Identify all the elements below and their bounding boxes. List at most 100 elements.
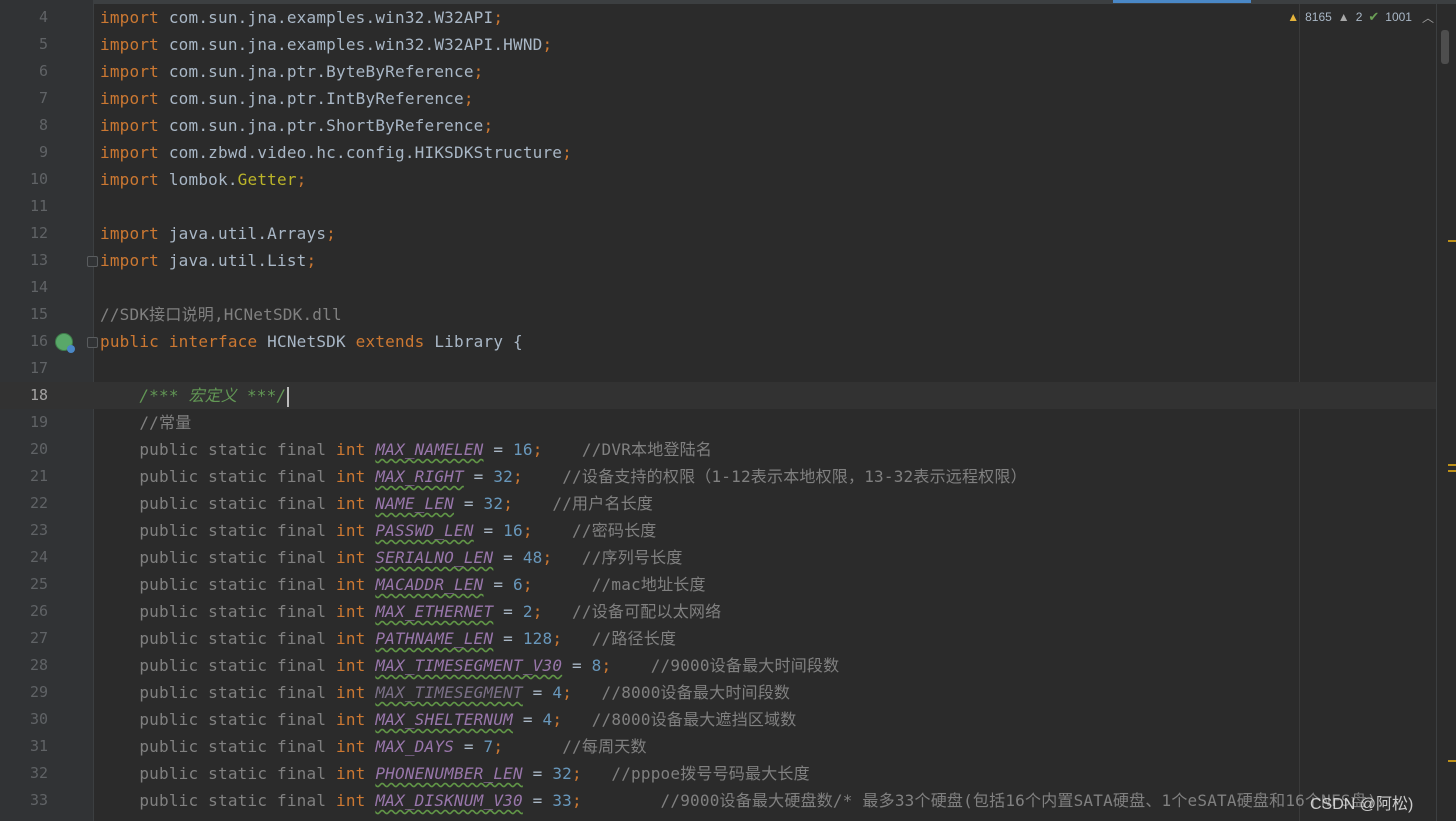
code-line[interactable]: 10 import lombok.Getter; [0,166,1436,193]
code-token: public static final [139,764,336,783]
code-line[interactable]: 30 public static final int MAX_SHELTERNU… [0,706,1436,733]
code-text[interactable]: import com.sun.jna.examples.win32.W32API… [100,31,552,58]
code-line[interactable]: 32 public static final int PHONENUMBER_L… [0,760,1436,787]
code-token: //设备可配以太网络 [572,602,722,621]
code-editor[interactable]: 4 import com.sun.jna.examples.win32.W32AP… [0,4,1436,821]
code-token: ; [473,62,484,81]
implementation-gutter-icon[interactable] [55,333,75,353]
chevron-up-icon[interactable]: ︿ [1422,9,1434,26]
code-text[interactable]: public static final int MACADDR_LEN = 6;… [100,571,706,598]
line-number: 18 [29,386,48,404]
code-text[interactable]: public static final int PHONENUMBER_LEN … [100,760,810,787]
code-line[interactable]: 25 public static final int MACADDR_LEN =… [0,571,1436,598]
code-token: MAX_RIGHT [375,467,464,486]
code-line[interactable]: 23 public static final int PASSWD_LEN = … [0,517,1436,544]
code-token: ; [542,548,553,567]
code-line[interactable]: 22 public static final int NAME_LEN = 32… [0,490,1436,517]
code-text[interactable]: import lombok.Getter; [100,166,307,193]
line-number: 19 [29,413,48,431]
code-line[interactable]: 4 import com.sun.jna.examples.win32.W32AP… [0,4,1436,31]
code-text[interactable]: import com.sun.jna.ptr.ShortByReference; [100,112,493,139]
code-text[interactable]: public static final int MAX_SHELTERNUM =… [100,706,797,733]
code-token: import [100,170,159,189]
error-stripe-mark[interactable] [1448,470,1456,472]
code-text[interactable]: public static final int SERIALNO_LEN = 4… [100,544,683,571]
code-token: ; [503,494,514,513]
code-line[interactable]: 18 /*** 宏定义 ***/ [0,382,1436,409]
code-token: com.sun.jna.examples.win32.W32API [159,8,494,27]
code-line[interactable]: 33 public static final int MAX_DISKNUM_V… [0,787,1436,814]
code-line[interactable]: 19 //常量 [0,409,1436,436]
line-number: 4 [38,8,48,26]
weak-warning-icon: ▲ [1337,10,1350,24]
code-line[interactable]: 16 public interface HCNetSDK extends Libr… [0,328,1436,355]
code-line[interactable]: 7 import com.sun.jna.ptr.IntByReference; [0,85,1436,112]
scrollbar-thumb[interactable] [1441,30,1449,64]
code-line[interactable]: 24 public static final int SERIALNO_LEN … [0,544,1436,571]
code-text[interactable]: import java.util.List; [100,247,316,274]
code-text[interactable]: import com.sun.jna.ptr.IntByReference; [100,85,474,112]
code-text[interactable]: public static final int MAX_RIGHT = 32; … [100,463,1027,490]
code-line[interactable]: 20 public static final int MAX_NAMELEN =… [0,436,1436,463]
error-stripe-mark[interactable] [1448,464,1456,466]
code-line[interactable]: 5 import com.sun.jna.examples.win32.W32AP… [0,31,1436,58]
code-text[interactable]: import com.zbwd.video.hc.config.HIKSDKSt… [100,139,572,166]
code-line[interactable]: 29 public static final int MAX_TIMESEGME… [0,679,1436,706]
code-text[interactable]: public static final int MAX_DAYS = 7; //… [100,733,647,760]
code-text[interactable]: import com.sun.jna.ptr.ByteByReference; [100,58,484,85]
code-token: //密码长度 [572,521,657,540]
code-line[interactable]: 11 [0,193,1436,220]
line-number: 33 [29,791,48,809]
code-token: = [454,737,484,756]
code-line[interactable]: 15 //SDK接口说明,HCNetSDK.dll [0,301,1436,328]
fold-marker-icon[interactable] [87,256,98,267]
code-text[interactable]: /*** 宏定义 ***/ [100,382,289,409]
code-token: int [336,467,376,486]
code-text[interactable]: public static final int MAX_TIMESEGMENT … [100,679,790,706]
code-token: public interface [100,332,258,351]
code-token: MAX_NAMELEN [375,440,484,459]
code-text[interactable]: public static final int MAX_DISKNUM_V30 … [100,787,1377,814]
code-line[interactable]: 8 import com.sun.jna.ptr.ShortByReference… [0,112,1436,139]
fold-marker-icon[interactable] [87,337,98,348]
code-token: PHONENUMBER_LEN [375,764,523,783]
code-text[interactable]: public interface HCNetSDK extends Librar… [100,328,523,355]
code-token: int [336,629,376,648]
code-line[interactable]: 17 [0,355,1436,382]
code-token: 6 [513,575,523,594]
code-text[interactable]: public static final int NAME_LEN = 32; /… [100,490,653,517]
code-line[interactable]: 21 public static final int MAX_RIGHT = 3… [0,463,1436,490]
code-line[interactable]: 14 [0,274,1436,301]
code-text[interactable]: //SDK接口说明,HCNetSDK.dll [100,301,342,328]
code-token: HCNetSDK [257,332,356,351]
code-text[interactable]: public static final int MAX_TIMESEGMENT_… [100,652,839,679]
code-token: ; [513,467,523,486]
code-line[interactable]: 28 public static final int MAX_TIMESEGME… [0,652,1436,679]
vertical-scrollbar[interactable] [1436,4,1456,821]
code-line[interactable]: 6 import com.sun.jna.ptr.ByteByReference; [0,58,1436,85]
error-stripe-mark[interactable] [1448,760,1456,762]
inspection-widget[interactable]: ▲ 8165 ▲ 2 ✔ 1001 ︿ [1287,6,1434,28]
code-text[interactable]: import com.sun.jna.examples.win32.W32API… [100,4,503,31]
code-line[interactable]: 26 public static final int MAX_ETHERNET … [0,598,1436,625]
code-text[interactable]: public static final int MAX_NAMELEN = 16… [100,436,712,463]
code-text[interactable]: public static final int PATHNAME_LEN = 1… [100,625,676,652]
code-line[interactable]: 13 import java.util.List; [0,247,1436,274]
code-line[interactable]: 9 import com.zbwd.video.hc.config.HIKSDKS… [0,139,1436,166]
code-text[interactable]: //常量 [100,409,191,436]
error-stripe-mark[interactable] [1448,240,1456,242]
code-text[interactable]: public static final int MAX_ETHERNET = 2… [100,598,721,625]
code-line[interactable]: 31 public static final int MAX_DAYS = 7;… [0,733,1436,760]
code-line[interactable]: 27 public static final int PATHNAME_LEN … [0,625,1436,652]
code-text[interactable]: public static final int PASSWD_LEN = 16;… [100,517,657,544]
code-text[interactable]: import java.util.Arrays; [100,220,336,247]
code-token: 32 [552,764,573,783]
code-line[interactable]: 12 import java.util.Arrays; [0,220,1436,247]
code-token: import [100,35,159,54]
line-number: 28 [29,656,48,674]
